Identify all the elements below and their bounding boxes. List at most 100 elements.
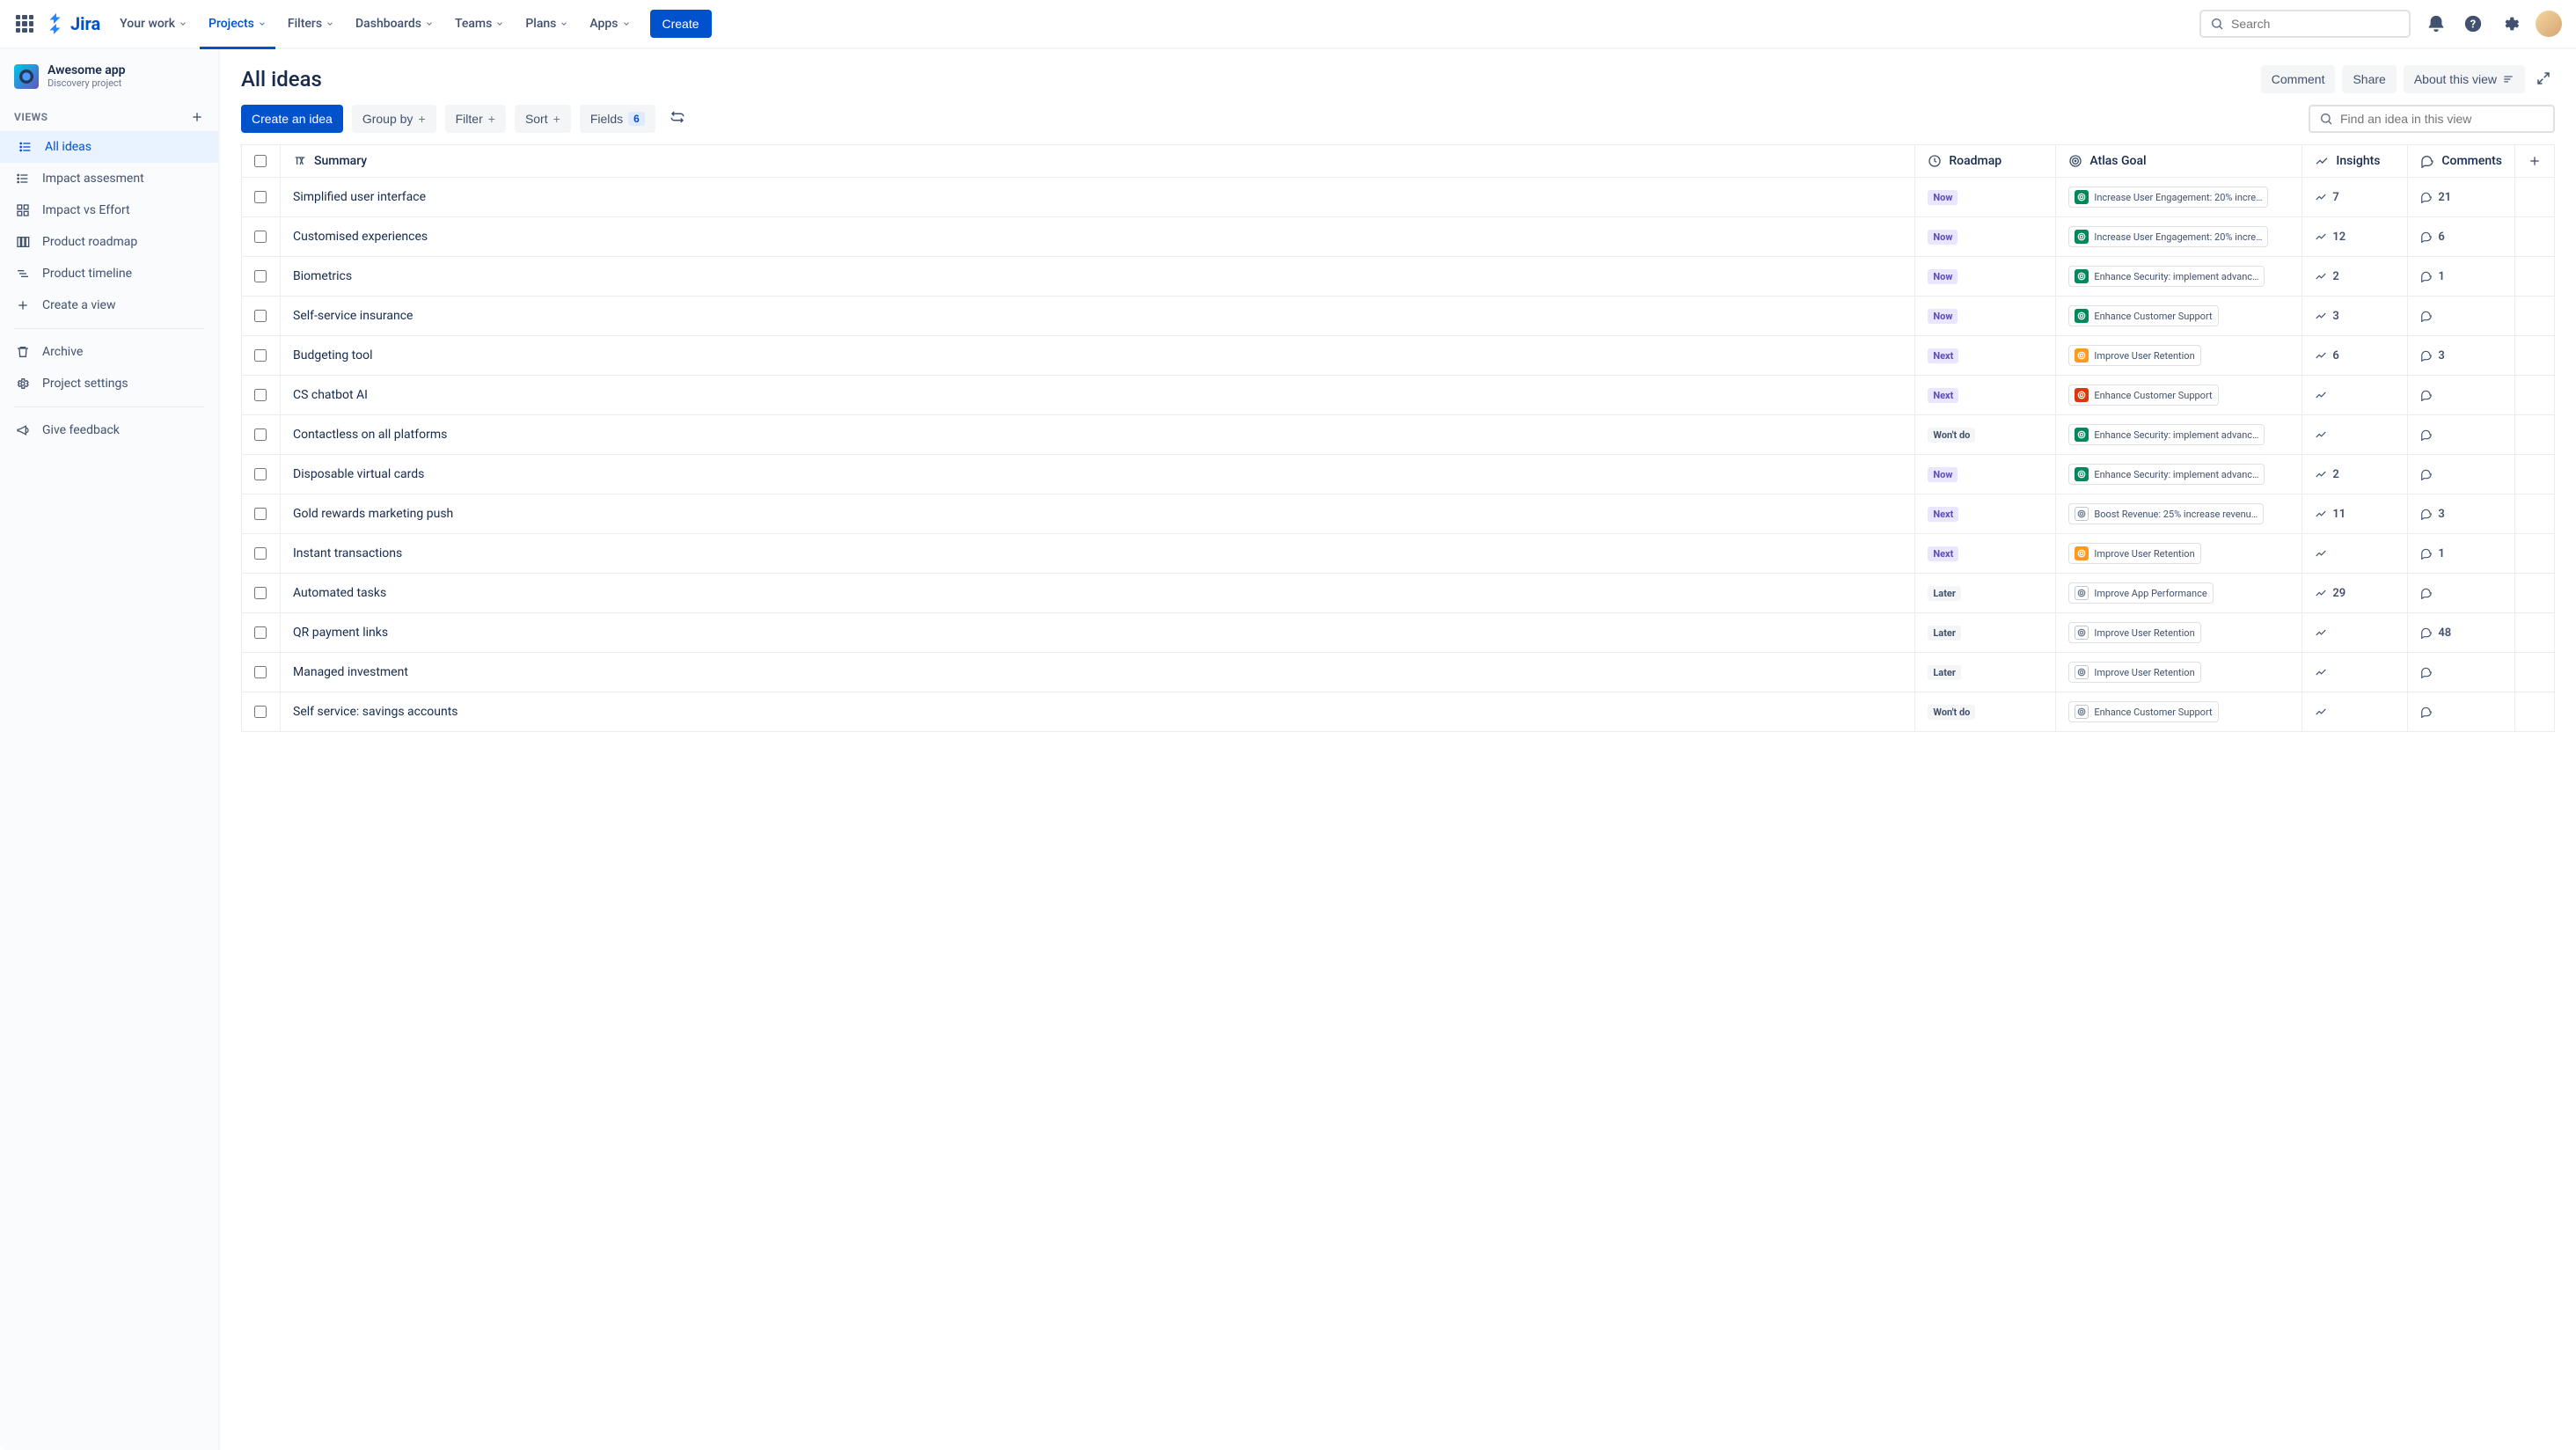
- row-checkbox[interactable]: [254, 428, 267, 441]
- nav-item-your-work[interactable]: Your work: [111, 13, 196, 34]
- nav-item-plans[interactable]: Plans: [516, 13, 577, 34]
- row-checkbox[interactable]: [254, 587, 267, 599]
- sidebar-view-impact-vs-effort[interactable]: Impact vs Effort: [0, 194, 218, 226]
- column-header-goal[interactable]: Atlas Goal: [2089, 154, 2146, 168]
- select-all-checkbox[interactable]: [254, 155, 267, 167]
- comments-metric[interactable]: 6: [2420, 231, 2444, 244]
- insights-metric[interactable]: [2315, 428, 2332, 441]
- nav-item-apps[interactable]: Apps: [581, 13, 639, 34]
- row-checkbox[interactable]: [254, 666, 267, 678]
- create-idea-button[interactable]: Create an idea: [241, 105, 343, 133]
- row-checkbox[interactable]: [254, 231, 267, 243]
- table-row[interactable]: Managed investment Later Improve User Re…: [242, 653, 2555, 692]
- goal-chip[interactable]: Enhance Security: implement advanc…: [2068, 464, 2265, 485]
- about-view-button[interactable]: About this view: [2404, 65, 2525, 93]
- table-row[interactable]: Instant transactions Next Improve User R…: [242, 534, 2555, 574]
- row-checkbox[interactable]: [254, 310, 267, 322]
- sort-button[interactable]: Sort+: [515, 105, 571, 133]
- project-header[interactable]: Awesome app Discovery project: [0, 63, 218, 103]
- expand-icon[interactable]: [2532, 67, 2555, 92]
- goal-chip[interactable]: Enhance Security: implement advanc…: [2068, 424, 2265, 445]
- table-row[interactable]: Self service: savings accounts Won't do …: [242, 692, 2555, 732]
- table-row[interactable]: Simplified user interface Now Increase U…: [242, 178, 2555, 217]
- goal-chip[interactable]: Improve User Retention: [2068, 345, 2200, 366]
- sidebar-project-settings[interactable]: Project settings: [0, 368, 218, 399]
- add-column-icon[interactable]: [2528, 154, 2542, 168]
- comments-metric[interactable]: 21: [2420, 191, 2451, 204]
- insights-metric[interactable]: 12: [2315, 231, 2345, 244]
- comments-metric[interactable]: 1: [2420, 547, 2444, 560]
- goal-chip[interactable]: Enhance Customer Support: [2068, 384, 2218, 406]
- goal-chip[interactable]: Enhance Customer Support: [2068, 305, 2218, 326]
- comments-metric[interactable]: 1: [2420, 270, 2444, 283]
- goal-chip[interactable]: Increase User Engagement: 20% incre…: [2068, 226, 2268, 247]
- comments-metric[interactable]: [2420, 468, 2438, 480]
- insights-metric[interactable]: 2: [2315, 468, 2338, 481]
- notifications-icon[interactable]: [2425, 12, 2448, 35]
- app-switcher-icon[interactable]: [14, 13, 35, 34]
- table-row[interactable]: Gold rewards marketing push Next Boost R…: [242, 494, 2555, 534]
- insights-metric[interactable]: [2315, 666, 2332, 678]
- table-row[interactable]: Budgeting tool Next Improve User Retenti…: [242, 336, 2555, 376]
- comment-button[interactable]: Comment: [2261, 65, 2336, 93]
- settings-icon[interactable]: [2499, 12, 2521, 35]
- sidebar-view-all-ideas[interactable]: All ideas: [0, 131, 218, 163]
- comments-metric[interactable]: [2420, 310, 2438, 322]
- row-checkbox[interactable]: [254, 508, 267, 520]
- comments-metric[interactable]: 48: [2420, 626, 2451, 640]
- goal-chip[interactable]: Improve User Retention: [2068, 543, 2200, 564]
- goal-chip[interactable]: Improve User Retention: [2068, 622, 2200, 643]
- insights-metric[interactable]: [2315, 706, 2332, 718]
- column-header-insights[interactable]: Insights: [2336, 154, 2380, 168]
- find-idea-search[interactable]: [2309, 105, 2555, 133]
- insights-metric[interactable]: [2315, 547, 2332, 560]
- table-row[interactable]: Contactless on all platforms Won't do En…: [242, 415, 2555, 455]
- table-row[interactable]: QR payment links Later Improve User Rete…: [242, 613, 2555, 653]
- column-header-comments[interactable]: Comments: [2441, 154, 2502, 168]
- insights-metric[interactable]: 6: [2315, 349, 2338, 362]
- comments-metric[interactable]: 3: [2420, 349, 2444, 362]
- goal-chip[interactable]: Increase User Engagement: 20% incre…: [2068, 187, 2268, 208]
- create-button[interactable]: Create: [650, 10, 712, 38]
- row-checkbox[interactable]: [254, 389, 267, 401]
- goal-chip[interactable]: Improve User Retention: [2068, 662, 2200, 683]
- row-checkbox[interactable]: [254, 706, 267, 718]
- sidebar-view-create-a-view[interactable]: Create a view: [0, 289, 218, 321]
- sidebar-archive[interactable]: Archive: [0, 336, 218, 368]
- sidebar-view-impact-assesment[interactable]: Impact assesment: [0, 163, 218, 194]
- table-row[interactable]: Automated tasks Later Improve App Perfor…: [242, 574, 2555, 613]
- goal-chip[interactable]: Enhance Security: implement advanc…: [2068, 266, 2265, 287]
- goal-chip[interactable]: Enhance Customer Support: [2068, 701, 2218, 722]
- row-checkbox[interactable]: [254, 468, 267, 480]
- nav-item-filters[interactable]: Filters: [279, 13, 343, 34]
- nav-item-dashboards[interactable]: Dashboards: [347, 13, 443, 34]
- insights-metric[interactable]: 7: [2315, 191, 2338, 204]
- jira-logo[interactable]: Jira: [46, 13, 100, 34]
- comments-metric[interactable]: [2420, 706, 2438, 718]
- table-row[interactable]: CS chatbot AI Next Enhance Customer Supp…: [242, 376, 2555, 415]
- insights-metric[interactable]: 3: [2315, 310, 2338, 323]
- comments-metric[interactable]: [2420, 389, 2438, 401]
- goal-chip[interactable]: Improve App Performance: [2068, 582, 2213, 604]
- sidebar-give-feedback[interactable]: Give feedback: [0, 414, 218, 446]
- comments-metric[interactable]: 3: [2420, 508, 2444, 521]
- group-by-button[interactable]: Group by+: [352, 105, 436, 133]
- row-checkbox[interactable]: [254, 626, 267, 639]
- insights-metric[interactable]: 2: [2315, 270, 2338, 283]
- column-header-roadmap[interactable]: Roadmap: [1949, 154, 2002, 168]
- filter-button[interactable]: Filter+: [445, 105, 506, 133]
- fields-button[interactable]: Fields6: [580, 105, 655, 133]
- global-search[interactable]: [2199, 10, 2411, 38]
- table-row[interactable]: Biometrics Now Enhance Security: impleme…: [242, 257, 2555, 297]
- help-icon[interactable]: ?: [2462, 12, 2485, 35]
- comments-metric[interactable]: [2420, 666, 2438, 678]
- user-avatar[interactable]: [2536, 11, 2562, 37]
- column-header-summary[interactable]: Summary: [314, 154, 367, 168]
- table-row[interactable]: Customised experiences Now Increase User…: [242, 217, 2555, 257]
- find-idea-input[interactable]: [2340, 112, 2544, 126]
- search-input[interactable]: [2231, 17, 2400, 31]
- insights-metric[interactable]: 29: [2315, 587, 2345, 600]
- table-row[interactable]: Disposable virtual cards Now Enhance Sec…: [242, 455, 2555, 494]
- comments-metric[interactable]: [2420, 428, 2438, 441]
- row-checkbox[interactable]: [254, 270, 267, 282]
